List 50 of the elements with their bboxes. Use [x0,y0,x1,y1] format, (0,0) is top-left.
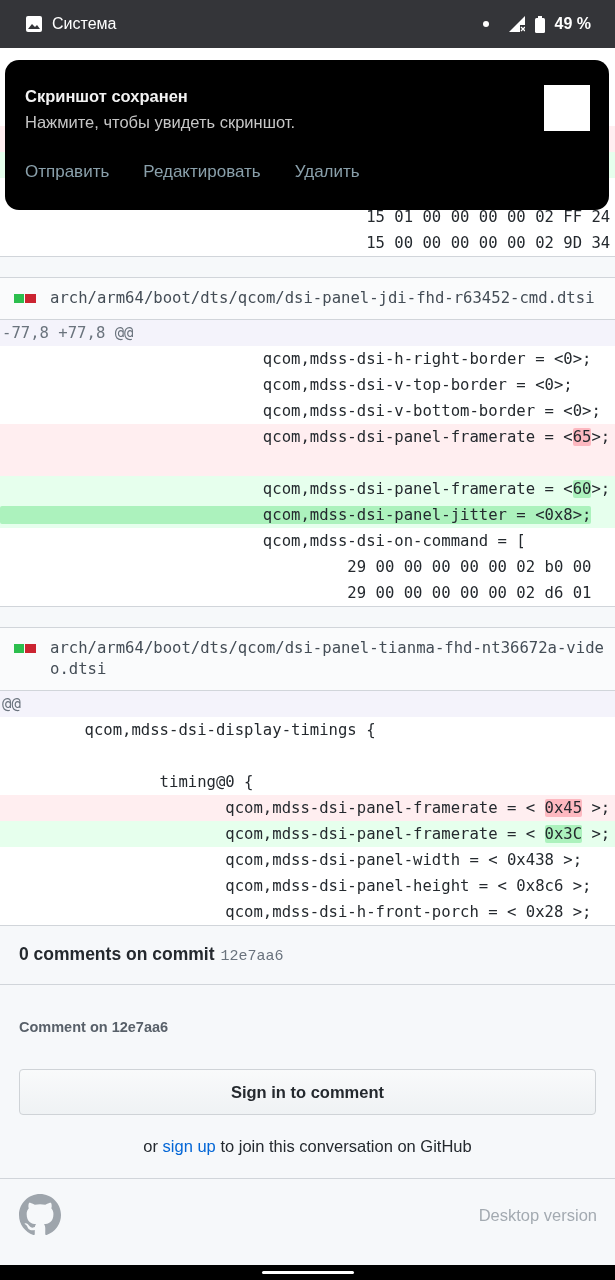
code-text: qcom,mdss-dsi-h-front-porch = < 0x28 >; [224,903,592,921]
app-name: Система [52,15,117,33]
battery-percent: 49 % [554,15,591,33]
notification-action[interactable]: Удалить [294,162,360,182]
battery-icon [534,15,545,33]
diff-stat-icon [14,294,36,303]
code-text: qcom,mdss-dsi-panel-framerate = < [224,799,537,817]
code-text: 15 00 00 00 00 00 02 9D 34 [365,234,611,252]
commit-sha: 12e7aa6 [220,948,284,965]
changed-text: 60 [572,480,592,498]
code-text: qcom,mdss-dsi-v-bottom-border = <0>; [261,402,601,420]
dot-icon [482,21,489,27]
changed-text: 65 [572,428,592,446]
changed-text: qcom,mdss-dsi-panel-jitter = <0x8>; [0,506,592,524]
code-text: 29 00 00 00 00 00 02 b0 00 [346,558,592,576]
screenshot-notification[interactable]: Скриншот сохранен Нажмите, чтобы увидеть скриншот. Отправить Редактировать Удалить [5,60,609,210]
code-text: qcom,mdss-dsi-h-right-border = <0>; [261,350,592,368]
screenshot-thumbnail[interactable] [544,85,590,131]
comments-title: 0 comments on commit [19,944,215,964]
code-text: qcom,mdss-dsi-display-timings { [83,721,376,739]
code-text: qcom,mdss-dsi-panel-framerate = < [261,428,573,446]
hunk-header: @@ [0,691,615,717]
changed-text: 0x3C [544,825,583,843]
code-text: qcom,mdss-dsi-on-command = [ [261,532,526,550]
code-text: qcom,mdss-dsi-panel-framerate = < [224,825,537,843]
notification-title: Скриншот сохранен [25,87,189,106]
code-text: >; [590,799,611,817]
image-icon [26,16,42,32]
cat-logo-icon[interactable] [19,1194,61,1236]
code-text: qcom,mdss-dsi-panel-height = < 0x8c6 >; [224,877,592,895]
signal-icon [508,16,525,32]
code-text: >; [591,480,611,498]
home-indicator[interactable] [261,1271,354,1274]
code-text: >; [590,825,611,843]
code-text: 15 01 00 00 00 00 02 FF 24 [365,208,611,226]
notification-action[interactable]: Редактировать [143,162,261,182]
notification-message: Нажмите, чтобы увидеть скриншот. [25,113,296,132]
code-text: qcom,mdss-dsi-panel-framerate = < [261,480,573,498]
code-text: 29 00 00 00 00 00 02 d6 01 [346,584,592,602]
diff-stat-icon [14,644,36,653]
sign-up-link[interactable]: sign up [162,1137,216,1155]
sign-in-button[interactable]: Sign in to comment [19,1069,596,1115]
code-text: qcom,mdss-dsi-v-top-border = <0>; [261,376,573,394]
code-text: qcom,mdss-dsi-panel-width = < 0x438 >; [224,851,583,869]
changed-text: 0x45 [544,799,583,817]
notification-action[interactable]: Отправить [25,162,110,182]
comment-label: Comment on 12e7aa6 [18,1018,170,1035]
code-text: >; [591,428,611,446]
hunk-header: -77,8 +77,8 @@ [0,320,615,346]
code-text: timing@0 { [158,773,254,791]
